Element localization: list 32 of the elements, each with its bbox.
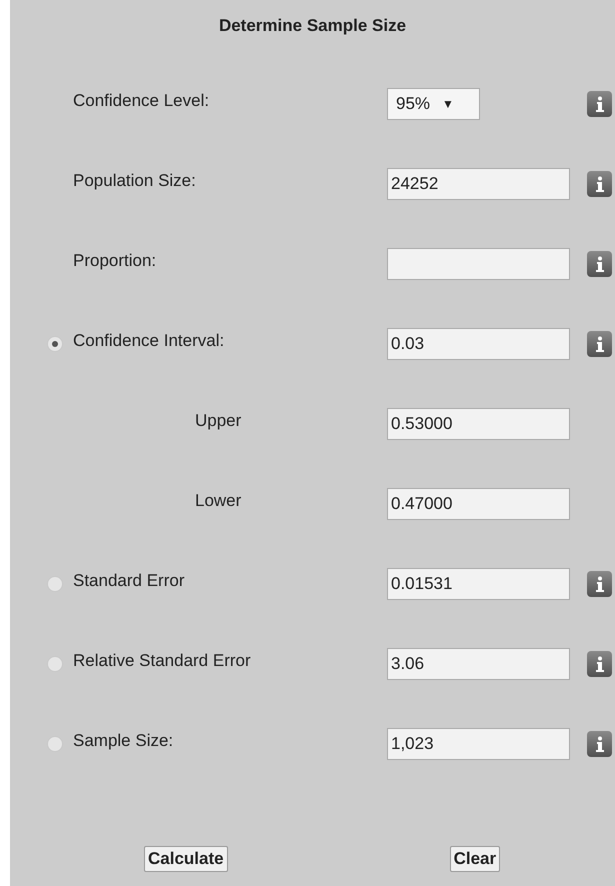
input-field[interactable]: 3.06 [387,648,570,680]
info-icon[interactable] [587,91,612,117]
radio-button[interactable] [47,336,63,352]
info-icon[interactable] [587,651,612,677]
clear-button[interactable]: Clear [450,846,500,872]
info-icon[interactable] [587,571,612,597]
input-field[interactable]: 0.53000 [387,408,570,440]
field-label: Relative Standard Error [73,651,251,671]
confidence-level-dropdown[interactable]: 95% ▼ [387,88,480,120]
field-label: Upper [195,411,242,431]
field-label: Lower [195,491,242,511]
radio-button[interactable] [47,736,63,752]
input-field[interactable]: 1,023 [387,728,570,760]
field-label: Confidence Interval: [73,331,224,351]
field-label: Population Size: [73,171,196,191]
input-field[interactable]: 24252 [387,168,570,200]
radio-button[interactable] [47,656,63,672]
info-icon[interactable] [587,171,612,197]
input-field[interactable] [387,248,570,280]
field-label: Confidence Level: [73,91,210,111]
input-field[interactable]: 0.01531 [387,568,570,600]
info-icon[interactable] [587,731,612,757]
radio-button[interactable] [47,576,63,592]
field-label: Sample Size: [73,731,174,751]
calculate-button[interactable]: Calculate [144,846,228,872]
input-field[interactable]: 0.03 [387,328,570,360]
info-icon[interactable] [587,251,612,277]
field-label: Proportion: [73,251,156,271]
input-field[interactable]: 0.47000 [387,488,570,520]
info-icon[interactable] [587,331,612,357]
field-label: Standard Error [73,571,184,591]
form-title: Determine Sample Size [218,15,406,37]
